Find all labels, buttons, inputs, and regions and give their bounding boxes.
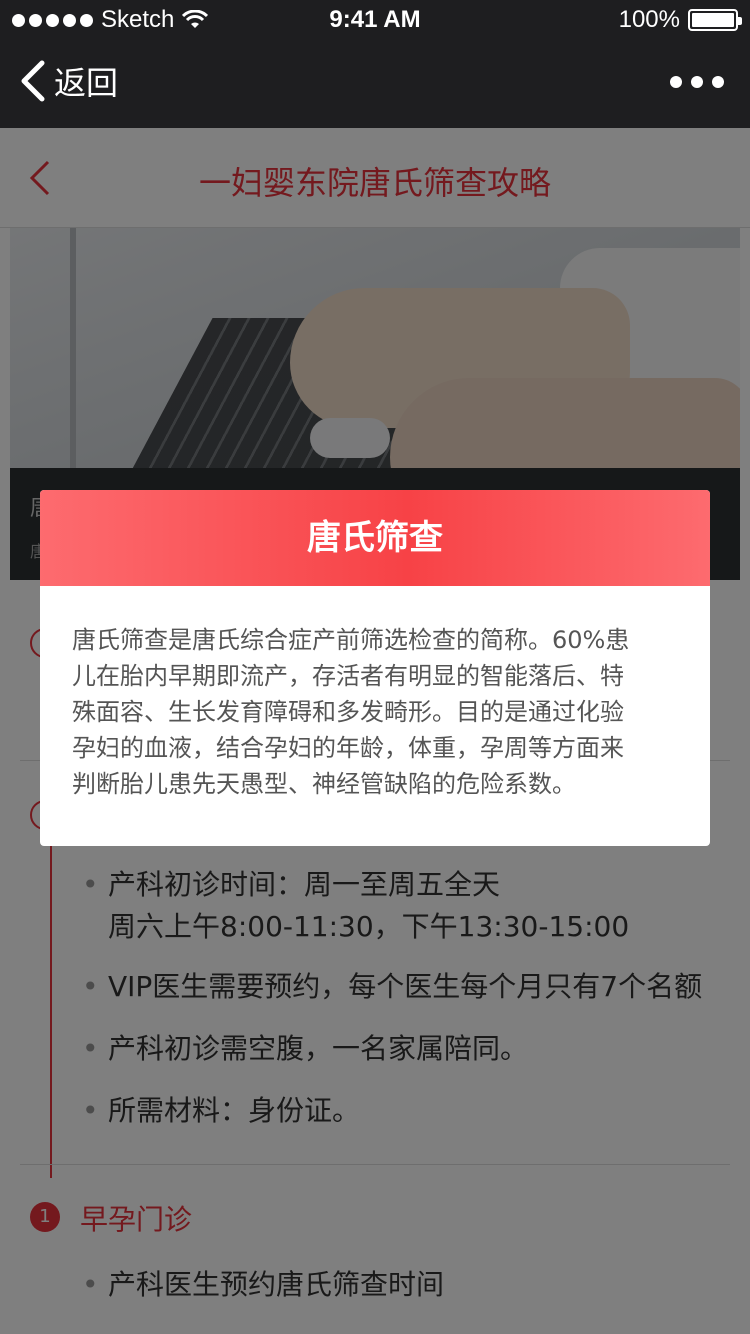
info-modal: 唐氏筛查 唐氏筛查是唐氏综合症产前筛选检查的简称。60%患 儿在胎内早期即流产，…	[40, 490, 710, 846]
nav-bar: 返回	[0, 40, 750, 128]
back-label: 返回	[54, 64, 119, 102]
status-right: 100%	[618, 6, 742, 34]
more-icon[interactable]	[670, 76, 724, 88]
status-bar: Sketch 9:41 AM 100%	[0, 0, 750, 40]
modal-text-line: 判断胎儿患先天愚型、神经管缺陷的危险系数。	[72, 770, 576, 798]
modal-text-line: 孕妇的血液，结合孕妇的年龄，体重，孕周等方面来	[72, 734, 624, 762]
modal-title: 唐氏筛查	[40, 490, 710, 586]
modal-text-line: 儿在胎内早期即流产，存活者有明显的智能落后、特	[72, 662, 624, 690]
modal-body: 唐氏筛查是唐氏综合症产前筛选检查的简称。60%患 儿在胎内早期即流产，存活者有明…	[40, 586, 710, 802]
modal-text-line: 殊面容、生长发育障碍和多发畸形。目的是通过化验	[72, 698, 624, 726]
back-button[interactable]: 返回	[18, 58, 118, 104]
chevron-left-icon	[21, 60, 45, 102]
battery-icon	[688, 9, 742, 31]
battery-percent: 100%	[618, 6, 680, 33]
modal-text-line: 唐氏筛查是唐氏综合症产前筛选检查的简称。60%患	[72, 626, 630, 654]
